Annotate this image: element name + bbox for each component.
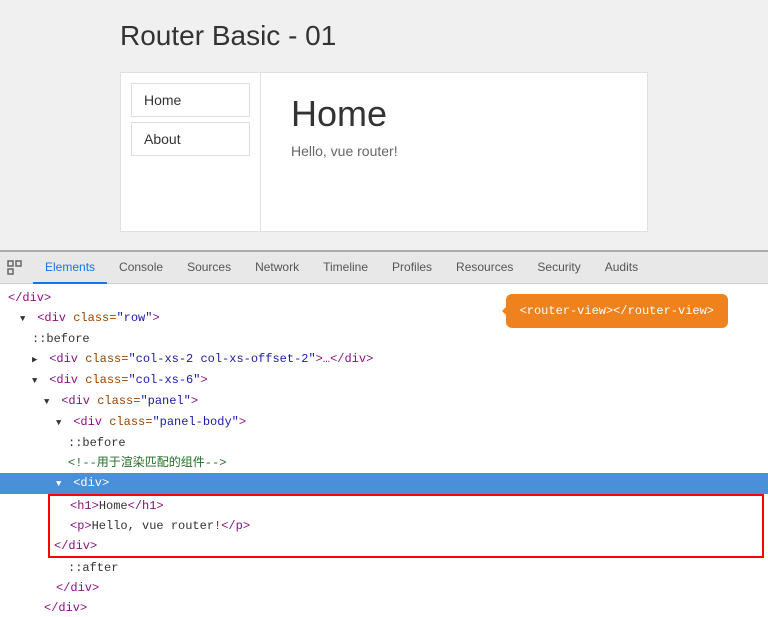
tab-audits[interactable]: Audits	[593, 252, 650, 284]
code-line: ▼ <div class="panel-body">	[0, 412, 768, 433]
code-line: <p>Hello, vue router!</p>	[50, 516, 762, 536]
preview-area: Router Basic - 01 Home About Home Hello,…	[0, 0, 768, 250]
page-title: Router Basic - 01	[120, 20, 768, 52]
content-text: Hello, vue router!	[291, 143, 617, 159]
nav-panel: Home About	[121, 73, 261, 231]
tab-security[interactable]: Security	[525, 252, 592, 284]
devtools-content: <router-view></router-view> </div> ▼ <di…	[0, 284, 768, 617]
tab-network[interactable]: Network	[243, 252, 311, 284]
router-view-tooltip: <router-view></router-view>	[506, 294, 728, 328]
content-heading: Home	[291, 93, 617, 135]
code-line: ▼ <div class="panel">	[0, 391, 768, 412]
devtools-toolbar: Elements Console Sources Network Timelin…	[0, 252, 768, 284]
code-line: <!--用于渲染匹配的组件-->	[0, 453, 768, 473]
app-container: Home About Home Hello, vue router!	[120, 72, 648, 232]
code-line: </div>	[50, 536, 762, 556]
tab-sources[interactable]: Sources	[175, 252, 243, 284]
code-line: ::before	[0, 433, 768, 453]
code-line: ▼ <div class="col-xs-6">	[0, 370, 768, 391]
tab-console[interactable]: Console	[107, 252, 175, 284]
code-line: <h1>Home</h1>	[50, 496, 762, 516]
devtools-panel: Elements Console Sources Network Timelin…	[0, 250, 768, 617]
code-line: ::before	[0, 329, 768, 349]
code-line: </div>	[0, 578, 768, 598]
tab-elements[interactable]: Elements	[33, 252, 107, 284]
code-line: ▶ <div class="col-xs-2 col-xs-offset-2">…	[0, 349, 768, 370]
devtools-inspector-icon[interactable]	[5, 258, 25, 278]
tab-timeline[interactable]: Timeline	[311, 252, 380, 284]
code-line-highlighted[interactable]: ▼ <div>	[0, 473, 768, 494]
nav-link-about[interactable]: About	[131, 122, 250, 156]
content-panel: Home Hello, vue router!	[261, 73, 647, 231]
tab-profiles[interactable]: Profiles	[380, 252, 444, 284]
code-line: </div>	[0, 598, 768, 617]
tab-resources[interactable]: Resources	[444, 252, 525, 284]
code-line: ::after	[0, 558, 768, 578]
nav-link-home[interactable]: Home	[131, 83, 250, 117]
